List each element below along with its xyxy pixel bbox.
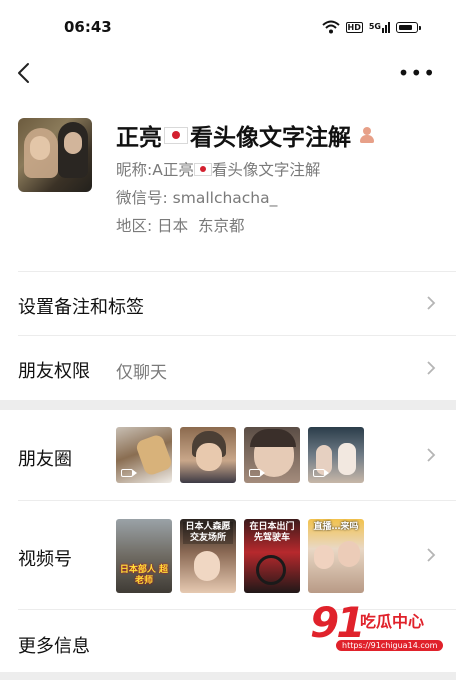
- channels-thumb[interactable]: 直播…来吗: [308, 519, 364, 593]
- channels-row[interactable]: 视频号 日本部人 超老师 日本人森愿 交友场所 在日本出门 先驾驶车 直播…来吗: [0, 501, 456, 609]
- region-label: 地区:: [116, 217, 158, 235]
- battery-icon: [396, 21, 421, 33]
- moments-thumb[interactable]: [116, 427, 172, 483]
- moments-label: 朋友圈: [18, 449, 72, 470]
- more-info-label: 更多信息: [18, 636, 90, 657]
- nickname-suffix: 看头像文字注解: [211, 161, 321, 179]
- wechat-id-label: 微信号:: [116, 189, 173, 207]
- watermark-text: 吃瓜中心: [360, 612, 425, 631]
- more-options-icon[interactable]: •••: [398, 63, 436, 83]
- profile-name: 正亮 看头像文字注解: [116, 118, 375, 152]
- channels-thumb[interactable]: 日本部人 超老师: [116, 519, 172, 593]
- chevron-right-icon: [427, 548, 436, 562]
- moments-thumb[interactable]: [244, 427, 300, 483]
- watermark-url: https://91chigua14.com: [336, 640, 444, 651]
- channels-thumb[interactable]: 在日本出门 先驾驶车: [244, 519, 300, 593]
- status-time: 06:43: [64, 18, 112, 36]
- section-separator: [0, 672, 456, 680]
- channels-thumb-caption: 直播…来吗: [313, 522, 359, 532]
- signal-icon: 5G: [368, 21, 390, 33]
- remark-label: 设置备注和标签: [18, 297, 144, 318]
- chevron-right-icon: [427, 361, 436, 375]
- remark-and-tags-row[interactable]: 设置备注和标签: [0, 272, 456, 335]
- name-suffix-text: 看头像文字注解: [190, 125, 351, 151]
- region-value: 日本 东京都: [157, 217, 245, 235]
- video-camera-icon: [249, 469, 265, 477]
- name-text: 正亮: [116, 125, 162, 151]
- japan-flag-icon: [164, 126, 188, 144]
- wechat-id-value: smallchacha_: [172, 189, 278, 207]
- friend-permissions-row[interactable]: 朋友权限 仅聊天: [0, 336, 456, 400]
- permission-value: 仅聊天: [116, 363, 167, 383]
- video-camera-icon: [121, 469, 137, 477]
- moments-thumb[interactable]: [180, 427, 236, 483]
- nickname-label: 昵称:: [116, 161, 153, 179]
- hd-badge: HD: [345, 21, 363, 33]
- moments-row[interactable]: 朋友圈: [0, 410, 456, 500]
- chevron-right-icon: [427, 296, 436, 310]
- back-chevron-icon[interactable]: [14, 60, 36, 86]
- channels-thumb-caption: 日本部人 超老师: [119, 565, 169, 586]
- nickname-row: 昵称: A正亮 看头像文字注解: [116, 158, 320, 180]
- signal-label: 5G: [368, 21, 381, 31]
- channels-thumb-caption: 日本人森愿 交友场所: [183, 522, 233, 544]
- permission-label: 朋友权限: [18, 361, 90, 382]
- wifi-icon: [321, 20, 340, 34]
- channels-thumb[interactable]: 日本人森愿 交友场所: [180, 519, 236, 593]
- chevron-right-icon: [427, 448, 436, 462]
- channels-thumb-caption: 在日本出门 先驾驶车: [249, 522, 295, 543]
- moments-thumb[interactable]: [308, 427, 364, 483]
- female-gender-icon: [359, 127, 375, 143]
- wechat-id-row: 微信号: smallchacha_: [116, 186, 277, 208]
- nickname-prefix: A正亮: [152, 161, 194, 179]
- video-camera-icon: [313, 469, 329, 477]
- section-separator: [0, 400, 456, 410]
- avatar[interactable]: [18, 118, 92, 192]
- watermark-logo: 91 吃瓜中心 https://91chigua14.com: [310, 598, 450, 658]
- japan-flag-small-icon: [193, 162, 212, 176]
- channels-label: 视频号: [18, 549, 72, 570]
- region-row: 地区: 日本 东京都: [116, 214, 245, 236]
- status-icons: HD 5G: [321, 20, 421, 34]
